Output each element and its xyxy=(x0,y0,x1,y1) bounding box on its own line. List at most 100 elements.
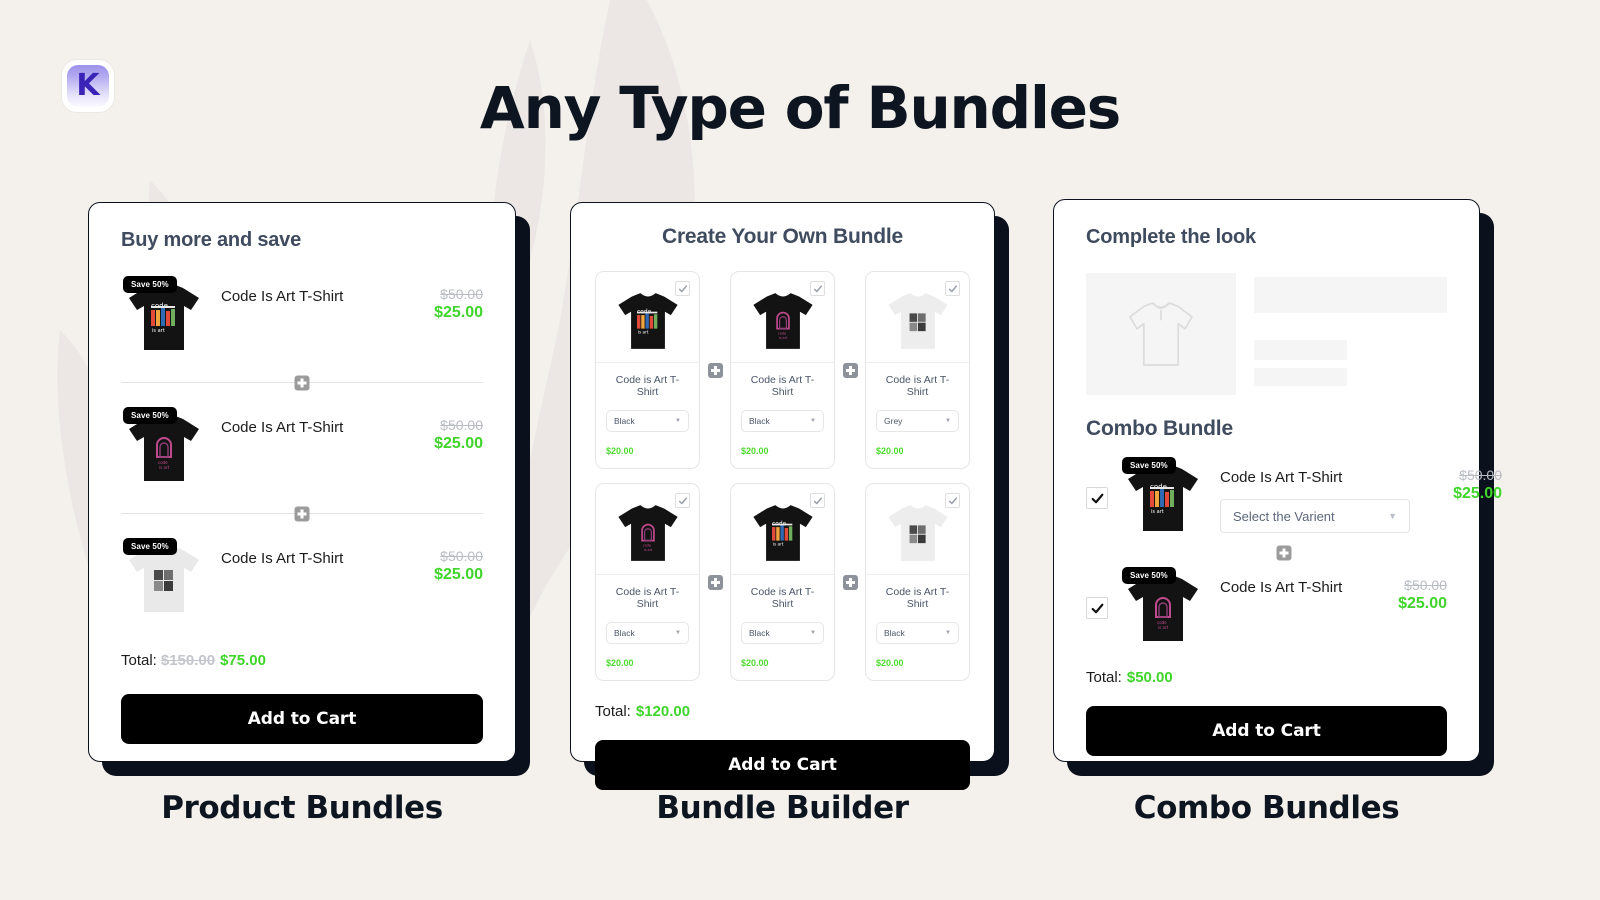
save-badge: Save 50% xyxy=(123,538,177,555)
check-icon xyxy=(678,284,687,292)
builder-tile[interactable]: code is art Code is Art T-Shirt Black ▼ … xyxy=(595,483,700,681)
chevron-down-icon: ▼ xyxy=(810,630,816,636)
total-row: Total: $150.00 $75.00 xyxy=(121,652,483,669)
variant-value: Black xyxy=(749,628,770,638)
plus-connector xyxy=(700,362,730,378)
svg-text:is art: is art xyxy=(778,336,787,340)
tile-checkbox[interactable] xyxy=(945,281,960,296)
tile-price: $20.00 xyxy=(606,658,634,668)
product-price-block: $50.00 $25.00 xyxy=(1410,459,1502,503)
plus-divider xyxy=(121,375,483,390)
price-discounted: $25.00 xyxy=(434,435,483,452)
bundle-item-row: Save 50% Code Is Art T-Shirt $50.00 $25.… xyxy=(121,538,483,618)
builder-tile[interactable]: code is art Code is Art T-Shirt Black ▼ xyxy=(730,483,835,681)
product-name: Code Is Art T-Shirt xyxy=(1220,469,1343,486)
total-row: Total: $120.00 xyxy=(595,703,970,720)
variant-placeholder: Select the Varient xyxy=(1233,508,1335,524)
svg-text:is art: is art xyxy=(643,548,652,552)
combo-bundles-card: Complete the look Combo Bundle Save 50% … xyxy=(1053,199,1502,762)
product-name: Code Is Art T-Shirt xyxy=(1220,579,1343,596)
variant-select[interactable]: Black ▼ xyxy=(606,410,689,432)
variant-select[interactable]: Black ▼ xyxy=(741,410,824,432)
tile-product-name: Code is Art T-Shirt xyxy=(615,586,680,610)
plus-connector xyxy=(700,574,730,590)
tile-checkbox[interactable] xyxy=(810,281,825,296)
chevron-down-icon: ▼ xyxy=(945,418,951,424)
product-name: Code Is Art T-Shirt xyxy=(221,419,344,436)
svg-text:is art: is art xyxy=(1151,509,1164,515)
combo-bundle-title: Combo Bundle xyxy=(1086,417,1233,440)
plus-icon xyxy=(707,574,723,590)
variant-select[interactable]: Black ▼ xyxy=(606,622,689,644)
variant-select[interactable]: Black ▼ xyxy=(741,622,824,644)
plus-icon xyxy=(1276,545,1291,561)
total-discounted: $50.00 xyxy=(1126,669,1173,686)
tile-checkbox[interactable] xyxy=(675,493,690,508)
variant-value: Black xyxy=(749,416,770,426)
tile-price: $20.00 xyxy=(741,658,769,668)
chevron-down-icon: ▼ xyxy=(810,418,816,424)
variant-value: Black xyxy=(614,628,635,638)
chevron-down-icon: ▼ xyxy=(1388,511,1397,521)
tile-product-name: Code is Art T-Shirt xyxy=(615,374,680,398)
add-to-cart-button[interactable]: Add to Cart xyxy=(595,740,970,790)
variant-select[interactable]: Select the Varient ▼ xyxy=(1220,499,1410,533)
product-name: Code Is Art T-Shirt xyxy=(221,550,344,567)
product-info: Code Is Art T-Shirt xyxy=(207,540,391,568)
plus-icon xyxy=(294,506,310,521)
tile-product-name: Code is Art T-Shirt xyxy=(885,374,950,398)
variant-value: Grey xyxy=(884,416,903,426)
skeleton-bar xyxy=(1254,277,1447,313)
product-thumbnail: Save 50% code is art xyxy=(121,276,207,356)
tile-price: $20.00 xyxy=(876,446,904,456)
page-root: K Any Type of Bundles Buy more and save … xyxy=(0,0,1600,900)
add-to-cart-button[interactable]: Add to Cart xyxy=(1086,706,1447,756)
save-badge: Save 50% xyxy=(123,276,177,293)
builder-tile[interactable]: Code is Art T-Shirt Black ▼ $20.00 xyxy=(865,483,970,681)
svg-text:is art: is art xyxy=(772,542,783,547)
tile-checkbox[interactable] xyxy=(675,281,690,296)
add-to-cart-button[interactable]: Add to Cart xyxy=(121,694,483,744)
tile-product-name: Code is Art T-Shirt xyxy=(885,586,950,610)
card-caption: Combo Bundles xyxy=(1133,790,1400,826)
product-thumbnail: Save 50% code is art xyxy=(1120,567,1206,647)
tshirt-icon-arch: code is art xyxy=(617,505,678,561)
plus-icon xyxy=(707,362,723,378)
product-info: Code Is Art T-Shirt xyxy=(1206,569,1355,597)
price-original: $50.00 xyxy=(440,286,483,302)
item-checkbox[interactable] xyxy=(1086,597,1108,619)
price-discounted: $25.00 xyxy=(1453,485,1502,502)
item-checkbox[interactable] xyxy=(1086,487,1108,509)
tile-price: $20.00 xyxy=(606,446,634,456)
bundle-item-row: Save 50% code is art Code Is Art T-Shirt xyxy=(121,407,483,487)
variant-select[interactable]: Grey ▼ xyxy=(876,410,959,432)
price-discounted: $25.00 xyxy=(434,566,483,583)
tile-checkbox[interactable] xyxy=(945,493,960,508)
product-price-block: $50.00 $25.00 xyxy=(391,278,483,322)
variant-value: Black xyxy=(614,416,635,426)
skeleton-bar xyxy=(1254,340,1347,360)
price-discounted: $25.00 xyxy=(434,304,483,321)
tshirt-icon-code-is-art: code is art xyxy=(617,293,678,349)
builder-tile[interactable]: Code is Art T-Shirt Grey ▼ $20.00 xyxy=(865,271,970,469)
builder-tile[interactable]: code is art Code is Art T-Shirt Black ▼ … xyxy=(730,271,835,469)
chevron-down-icon: ▼ xyxy=(675,418,681,424)
svg-text:is art: is art xyxy=(1158,625,1169,630)
save-badge: Save 50% xyxy=(1122,457,1176,474)
product-thumbnail: Save 50% code is art xyxy=(1120,457,1206,537)
total-label: Total: xyxy=(1086,669,1122,686)
tile-product-name: Code is Art T-Shirt xyxy=(750,374,815,398)
tile-checkbox[interactable] xyxy=(810,493,825,508)
bundle-item-row: Save 50% code is art xyxy=(121,276,483,356)
builder-row: code is art Code is Art T-Shirt Black ▼ xyxy=(595,271,970,469)
builder-tile[interactable]: code is art Code is Art T-Shirt Black ▼ xyxy=(595,271,700,469)
svg-text:is art: is art xyxy=(159,465,170,470)
save-badge: Save 50% xyxy=(123,407,177,424)
variant-select[interactable]: Black ▼ xyxy=(876,622,959,644)
tshirt-icon-photo-grid xyxy=(887,293,948,349)
product-bundles-card: Buy more and save Save 50% code xyxy=(88,202,516,762)
card-product-bundles: Buy more and save Save 50% code xyxy=(88,202,530,826)
page-title: Any Type of Bundles xyxy=(479,74,1121,142)
price-discounted: $25.00 xyxy=(1398,595,1447,612)
total-discounted: $120.00 xyxy=(635,703,691,720)
